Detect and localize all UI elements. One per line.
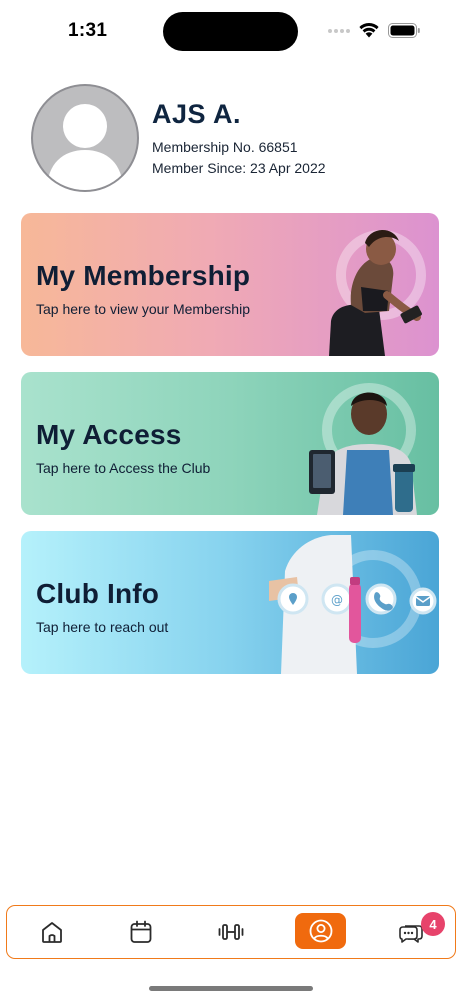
woman-with-phone-illustration xyxy=(329,229,426,356)
nav-workout[interactable] xyxy=(213,914,249,950)
member-name: AJS A. xyxy=(152,99,242,129)
nav-calendar[interactable] xyxy=(123,914,159,950)
home-indicator xyxy=(149,986,313,991)
calendar-icon xyxy=(130,920,152,943)
avatar[interactable] xyxy=(31,84,139,192)
card-subtitle: Tap here to Access the Club xyxy=(36,460,211,476)
member-since: Member Since: 23 Apr 2022 xyxy=(152,160,326,176)
card-title: My Access xyxy=(36,419,182,450)
club-info-card[interactable]: Club Info Tap here to reach out @ xyxy=(21,531,439,674)
svg-text:@: @ xyxy=(331,593,343,607)
profile-icon xyxy=(309,919,332,943)
club-contact-illustration: @ xyxy=(269,535,437,674)
my-access-card[interactable]: My Access Tap here to Access the Club xyxy=(21,372,439,515)
person-icon xyxy=(47,104,123,190)
status-time: 1:31 xyxy=(68,20,108,41)
nav-profile[interactable] xyxy=(295,913,346,949)
home-icon xyxy=(42,922,62,943)
my-membership-card[interactable]: My Membership Tap here to view your Memb… xyxy=(21,213,439,356)
nav-home[interactable] xyxy=(34,914,70,950)
status-bar: 1:31 xyxy=(0,0,461,62)
card-title: My Membership xyxy=(36,260,251,291)
dumbbell-icon xyxy=(218,924,244,940)
membership-number: Membership No. 66851 xyxy=(152,139,298,155)
battery-icon xyxy=(388,23,420,38)
man-with-bottle-illustration xyxy=(309,383,417,515)
dynamic-island xyxy=(163,12,298,51)
wifi-icon xyxy=(359,22,379,38)
cellular-signal-icon xyxy=(328,29,350,33)
chat-badge: 4 xyxy=(421,912,445,936)
bottom-nav: 4 xyxy=(6,905,456,959)
card-subtitle: Tap here to reach out xyxy=(36,619,169,635)
card-title: Club Info xyxy=(36,578,160,609)
card-subtitle: Tap here to view your Membership xyxy=(36,301,250,317)
